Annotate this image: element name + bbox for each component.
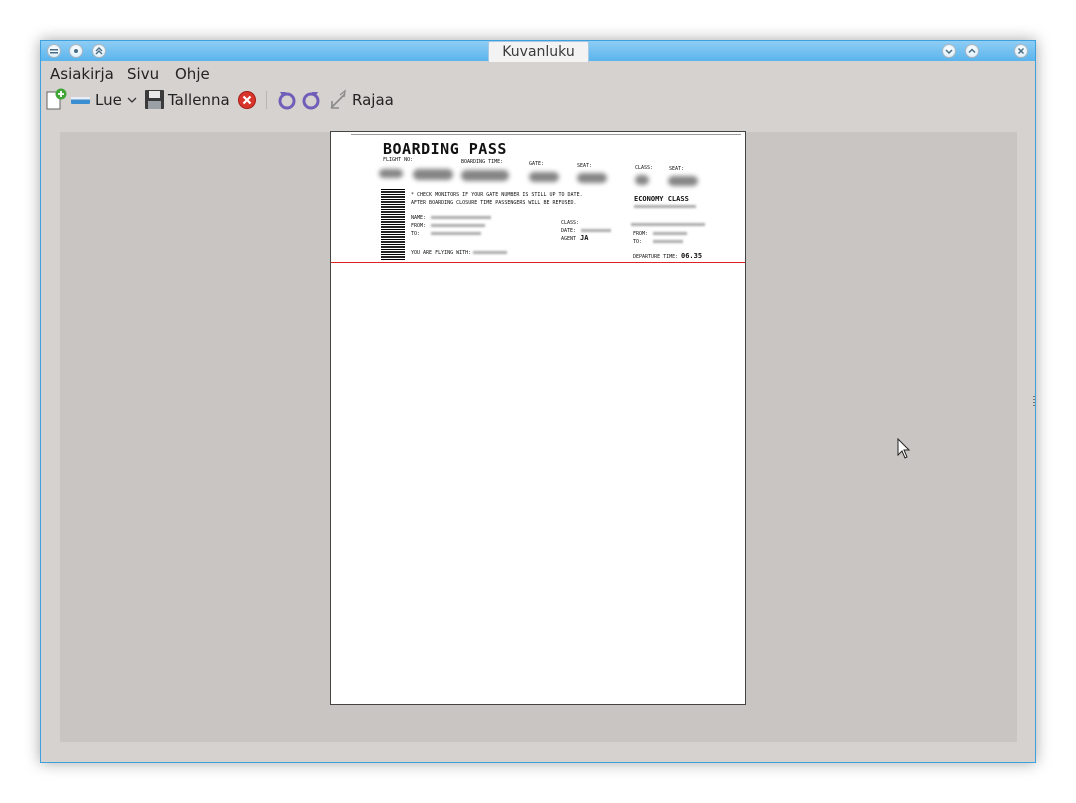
app-window: Kuvanluku Asiakirja Sivu Ohje Lue Tallen…: [40, 40, 1036, 763]
save-button[interactable]: Tallenna: [144, 87, 236, 113]
scan-edge: [351, 134, 741, 135]
boarding-pass-scan: BOARDING PASS FLIGHT NO: BOARDING TIME: …: [331, 132, 745, 263]
barcode: [381, 188, 405, 260]
sticky-button[interactable]: [69, 44, 83, 58]
redacted-field: [668, 176, 698, 186]
scan-button[interactable]: Lue: [70, 87, 142, 113]
bp-class: CLASS:: [635, 165, 654, 171]
cancel-icon: [238, 91, 256, 109]
discard-button[interactable]: [237, 87, 257, 113]
toolbar: Lue Tallenna Rajaa: [41, 87, 1035, 113]
bp-seat2: SEAT:: [669, 166, 685, 172]
bp-departure: DEPARTURE TIME:: [633, 254, 679, 260]
bp-boarding-time: BOARDING TIME:: [461, 159, 504, 165]
scan-label: Lue: [95, 91, 122, 109]
mouse-pointer-icon: [897, 438, 911, 459]
crop-button[interactable]: Rajaa: [328, 87, 394, 113]
close-icon: [1017, 47, 1025, 55]
bp-flight-no: FLIGHT NO:: [383, 157, 414, 163]
title-bar[interactable]: Kuvanluku: [41, 41, 1035, 62]
dot-icon: [74, 49, 78, 53]
new-document-icon: [46, 88, 67, 110]
bp-heading: BOARDING PASS: [383, 140, 507, 158]
bp-agent-value: JA: [580, 234, 589, 242]
redacted-field: [431, 216, 491, 219]
window-menu-button[interactable]: [47, 44, 61, 58]
menu-ohje[interactable]: Ohje: [175, 65, 210, 83]
rotate-right-icon: [302, 92, 320, 110]
maximize-button[interactable]: [965, 44, 979, 58]
redacted-field: [634, 205, 696, 208]
keep-above-button[interactable]: [92, 44, 106, 58]
scanner-icon: [71, 97, 90, 104]
resize-grip[interactable]: [1033, 396, 1035, 406]
bp-departure-value: 06.35: [681, 252, 703, 260]
floppy-disk-icon: [145, 90, 164, 109]
redacted-field: [431, 232, 481, 235]
scanned-page[interactable]: BOARDING PASS FLIGHT NO: BOARDING TIME: …: [330, 131, 746, 705]
rotate-left-icon: [278, 92, 296, 110]
bp-from: FROM:: [411, 223, 427, 229]
redacted-field: [461, 170, 509, 181]
bp-flying-with: YOU ARE FLYING WITH:: [411, 250, 472, 256]
redacted-field: [653, 240, 683, 243]
bp-name: NAME:: [411, 215, 427, 221]
redacted-field: [635, 175, 649, 185]
bp-seat: SEAT:: [577, 163, 593, 169]
menu-asiakirja[interactable]: Asiakirja: [50, 65, 114, 83]
crop-label: Rajaa: [352, 91, 394, 109]
redacted-field: [413, 169, 453, 180]
document-viewport[interactable]: BOARDING PASS FLIGHT NO: BOARDING TIME: …: [60, 131, 1017, 742]
menu-icon: [50, 49, 58, 54]
minimize-button[interactable]: [942, 44, 956, 58]
window-title: Kuvanluku: [488, 41, 589, 62]
close-button[interactable]: [1014, 44, 1028, 58]
bp-to: TO:: [411, 231, 421, 237]
bp-from2: FROM:: [633, 231, 649, 237]
bp-agent: AGENT: [561, 236, 577, 242]
redacted-field: [653, 232, 687, 235]
toolbar-separator: [266, 87, 268, 113]
bp-notice-1: * CHECK MONITORS IF YOUR GATE NUMBER IS …: [411, 192, 583, 198]
menu-sivu[interactable]: Sivu: [127, 65, 159, 83]
save-label: Tallenna: [168, 91, 230, 109]
redacted-field: [577, 173, 607, 183]
redacted-field: [529, 172, 559, 182]
redacted-field: [581, 229, 611, 232]
redacted-field: [431, 224, 485, 227]
new-document-button[interactable]: [45, 87, 67, 113]
redacted-field: [473, 251, 507, 254]
redacted-field: [631, 223, 705, 226]
rotate-left-button[interactable]: [277, 87, 297, 113]
rotate-right-button[interactable]: [301, 87, 321, 113]
bp-notice-2: AFTER BOARDING CLOSURE TIME PASSENGERS W…: [411, 200, 577, 206]
bp-economy: ECONOMY CLASS: [634, 195, 689, 203]
bp-to2: TO:: [633, 239, 643, 245]
crop-icon: [330, 89, 346, 109]
chevron-up-icon: [968, 48, 976, 54]
redacted-field: [379, 169, 403, 178]
chevron-down-icon[interactable]: [127, 87, 137, 113]
bp-date: DATE:: [561, 228, 577, 234]
bp-gate: GATE:: [529, 161, 545, 167]
chevron-down-icon: [945, 49, 953, 55]
double-chevron-up-icon: [95, 47, 103, 55]
bp-class2: CLASS:: [561, 220, 580, 226]
